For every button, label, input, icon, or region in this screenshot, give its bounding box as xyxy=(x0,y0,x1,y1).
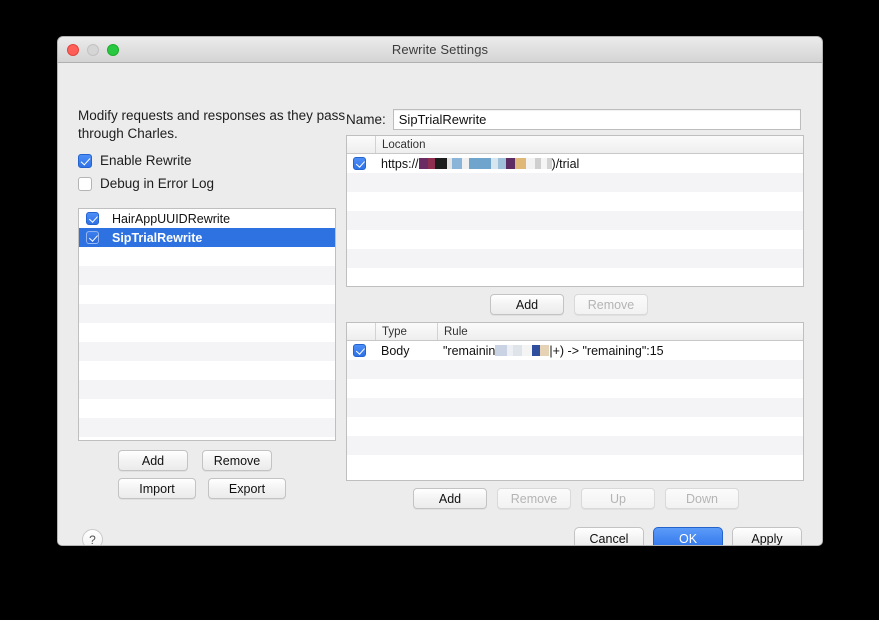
apply-button[interactable]: Apply xyxy=(732,527,802,545)
list-item-empty xyxy=(79,380,335,399)
window-title: Rewrite Settings xyxy=(391,42,489,57)
location-enabled-checkbox[interactable] xyxy=(353,157,366,170)
list-item-empty xyxy=(79,266,335,285)
rule-enabled-checkbox[interactable] xyxy=(353,344,366,357)
rule-prefix: "remainin xyxy=(443,343,496,358)
table-row-empty xyxy=(347,192,803,211)
list-item-empty xyxy=(79,247,335,266)
rule-value-cell: "remainin |+) -> "remaining":15 xyxy=(437,341,803,360)
location-col-check xyxy=(347,136,375,153)
dialog-body: Modify requests and responses as they pa… xyxy=(58,63,822,545)
zoom-button[interactable] xyxy=(107,44,119,56)
remove-rule-button: Remove xyxy=(497,488,571,509)
redaction-block xyxy=(495,345,550,356)
table-row-empty xyxy=(347,249,803,268)
enable-rewrite-checkbox[interactable] xyxy=(78,153,92,168)
help-button[interactable]: ? xyxy=(82,529,103,545)
list-item-empty xyxy=(79,399,335,418)
cancel-button[interactable]: Cancel xyxy=(574,527,644,545)
list-item[interactable]: SipTrialRewrite xyxy=(79,228,335,247)
name-label: Name: xyxy=(346,112,386,127)
list-item-empty xyxy=(79,323,335,342)
location-table-header: Location xyxy=(347,136,803,154)
add-rule-button[interactable]: Add xyxy=(413,488,487,509)
rule-col-type: Type xyxy=(375,323,437,340)
rule-set-checkbox[interactable] xyxy=(86,231,99,244)
enable-rewrite-label: Enable Rewrite xyxy=(100,153,192,168)
location-table[interactable]: Location https:// )/trial xyxy=(346,135,804,287)
location-row-checkbox-cell[interactable] xyxy=(347,154,375,173)
traffic-light-group xyxy=(67,44,119,56)
location-prefix: https:// xyxy=(381,156,419,171)
rule-set-label: SipTrialRewrite xyxy=(112,230,203,245)
move-rule-down-button: Down xyxy=(665,488,739,509)
location-suffix: )/trial xyxy=(551,156,580,171)
intro-text: Modify requests and responses as they pa… xyxy=(78,108,346,141)
location-buttons: Add Remove xyxy=(490,294,648,315)
table-row-empty xyxy=(347,268,803,286)
table-row-empty xyxy=(347,455,803,474)
table-row-empty xyxy=(347,379,803,398)
minimize-button[interactable] xyxy=(87,44,99,56)
list-item-empty xyxy=(79,361,335,380)
table-row-empty xyxy=(347,230,803,249)
window-titlebar: Rewrite Settings xyxy=(58,37,822,63)
import-button[interactable]: Import xyxy=(118,478,196,499)
list-item-empty xyxy=(79,304,335,323)
rule-sets-list[interactable]: HairAppUUIDRewrite SipTrialRewrite xyxy=(78,208,336,441)
table-row-empty xyxy=(347,398,803,417)
table-row-empty xyxy=(347,360,803,379)
table-row-empty xyxy=(347,436,803,455)
rule-table-header: Type Rule xyxy=(347,323,803,341)
table-row-empty xyxy=(347,173,803,192)
add-location-button[interactable]: Add xyxy=(490,294,564,315)
remove-location-button: Remove xyxy=(574,294,648,315)
rule-table[interactable]: Type Rule Body "remainin |+) -> "remainin… xyxy=(346,322,804,481)
rule-col-check xyxy=(347,323,375,340)
enable-rewrite-checkbox-row[interactable]: Enable Rewrite xyxy=(78,153,192,168)
name-input[interactable]: SipTrialRewrite xyxy=(392,109,801,130)
rule-suffix: |+) -> "remaining":15 xyxy=(549,343,664,358)
table-row[interactable]: https:// )/trial xyxy=(347,154,803,173)
dialog-button-row: Cancel OK Apply xyxy=(574,527,802,545)
rule-row-checkbox-cell[interactable] xyxy=(347,341,375,360)
debug-error-log-label: Debug in Error Log xyxy=(100,176,215,191)
add-rule-set-button[interactable]: Add xyxy=(118,450,188,471)
rule-type-cell: Body xyxy=(381,343,410,358)
rule-set-checkbox[interactable] xyxy=(86,212,99,225)
remove-rule-set-button[interactable]: Remove xyxy=(202,450,272,471)
debug-error-log-checkbox-row[interactable]: Debug in Error Log xyxy=(78,176,214,191)
redaction-block xyxy=(418,158,552,169)
close-button[interactable] xyxy=(67,44,79,56)
table-row-empty xyxy=(347,417,803,436)
rule-set-label: HairAppUUIDRewrite xyxy=(112,211,231,226)
rule-col-rule: Rule xyxy=(437,323,803,340)
rewrite-settings-window: Rewrite Settings Modify requests and res… xyxy=(57,36,823,546)
table-row-empty xyxy=(347,211,803,230)
list-item-empty xyxy=(79,342,335,361)
list-item-empty xyxy=(79,418,335,437)
rule-buttons: Add Remove Up Down xyxy=(413,488,739,509)
location-value-cell: https:// )/trial xyxy=(375,154,803,173)
name-row: Name: SipTrialRewrite xyxy=(346,109,801,130)
list-item-empty xyxy=(79,285,335,304)
debug-error-log-checkbox[interactable] xyxy=(78,176,92,191)
location-col-location: Location xyxy=(375,136,803,153)
list-item[interactable]: HairAppUUIDRewrite xyxy=(79,209,335,228)
move-rule-up-button: Up xyxy=(581,488,655,509)
ok-button[interactable]: OK xyxy=(653,527,723,545)
export-button[interactable]: Export xyxy=(208,478,286,499)
table-row[interactable]: Body "remainin |+) -> "remaining":15 xyxy=(347,341,803,360)
